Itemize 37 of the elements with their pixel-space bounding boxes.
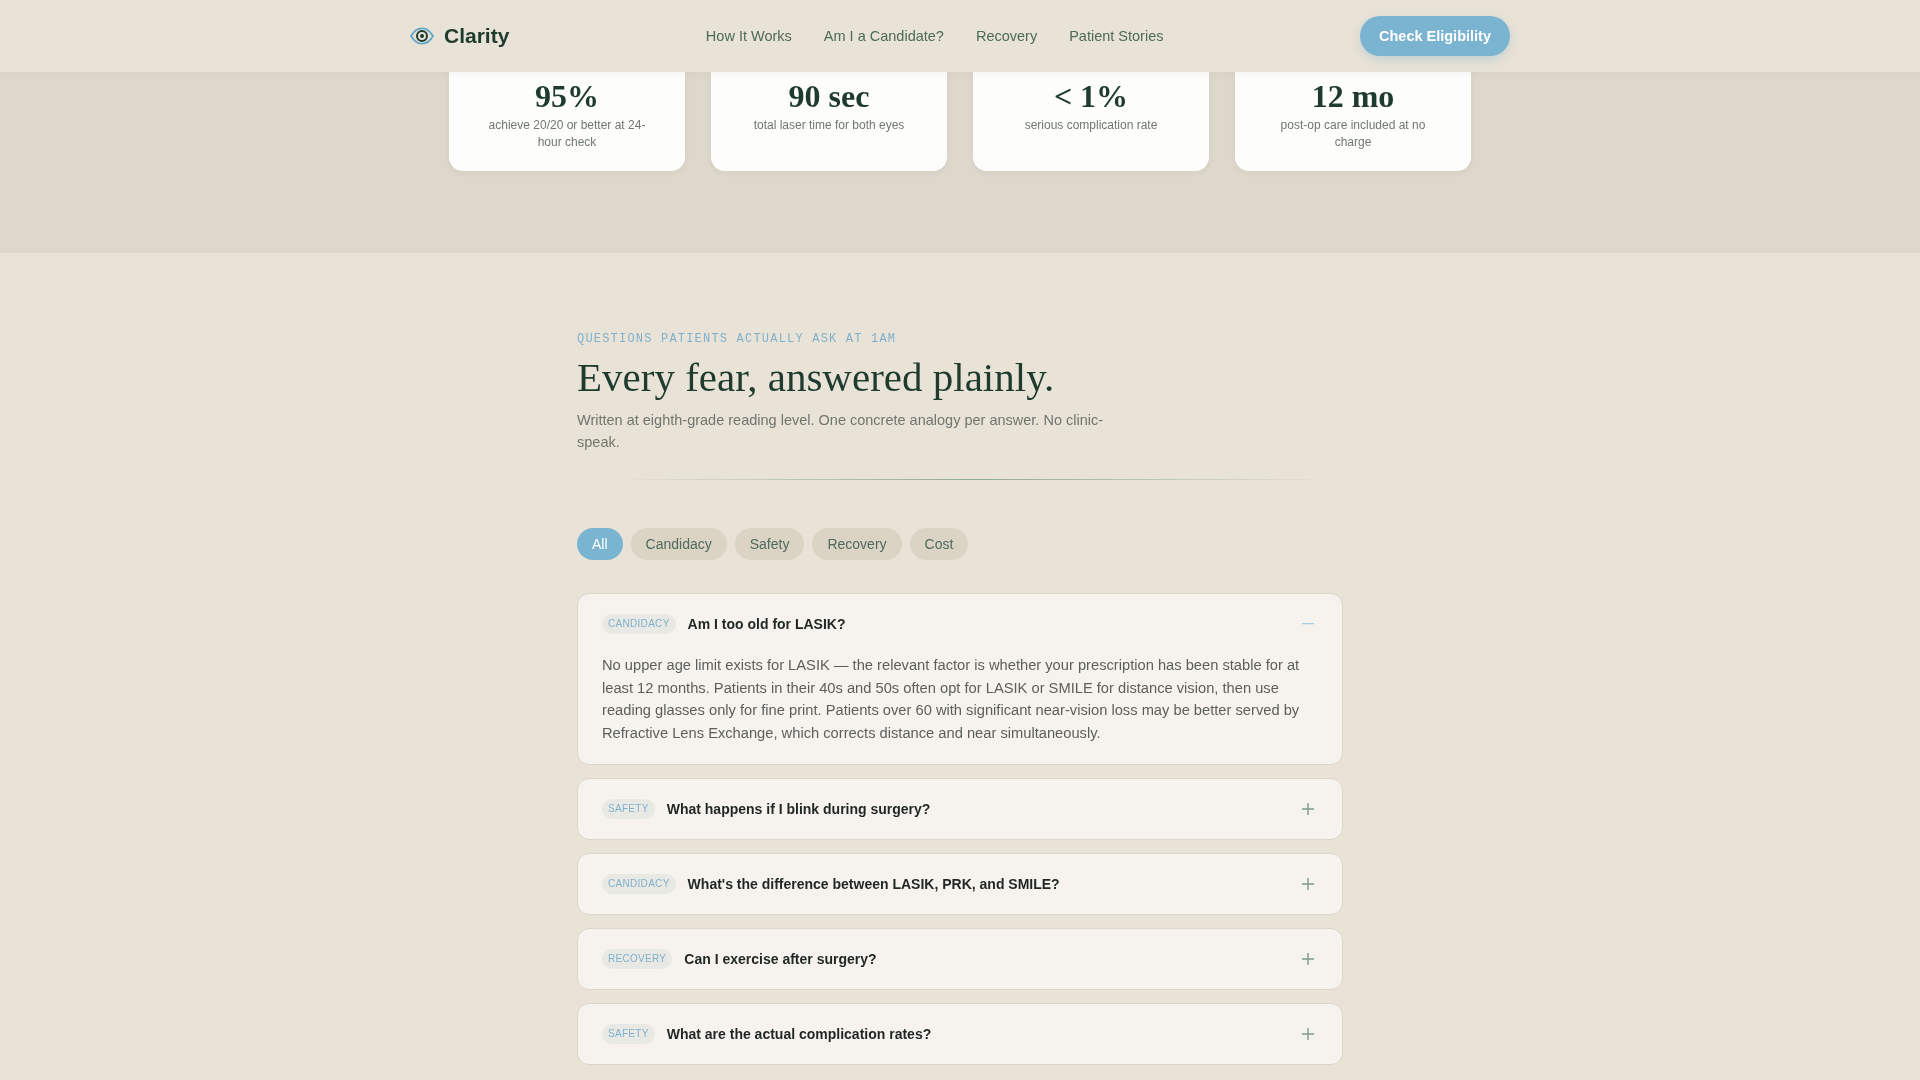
category-tag: RECOVERY	[602, 949, 673, 969]
category-tag: SAFETY	[602, 1024, 655, 1044]
nav-link[interactable]: Patient Stories	[1069, 28, 1164, 44]
stat-label: serious complication rate	[1023, 117, 1159, 134]
nav-link[interactable]: How It Works	[705, 28, 792, 44]
stat-value: 12 mo	[1310, 78, 1396, 114]
stat-value: < 1%	[1052, 78, 1130, 114]
stat-value: 95%	[534, 78, 600, 114]
stat-value: 90 sec	[787, 78, 871, 114]
plus-icon[interactable]	[1302, 1028, 1314, 1040]
filter-tab[interactable]: Candidacy	[630, 528, 727, 560]
filter-tab[interactable]: Cost	[909, 528, 969, 560]
category-tag: SAFETY	[602, 799, 655, 819]
stat-label: post-op care included at no charge	[1279, 117, 1427, 151]
faq-question[interactable]: What are the actual complication rates?	[666, 1026, 932, 1042]
nav-link[interactable]: Am I a Candidate?	[823, 28, 944, 44]
category-tag: CANDIDACY	[602, 614, 676, 634]
section-eyebrow: QUESTIONS PATIENTS ACTUALLY ASK AT 1AM	[577, 331, 898, 347]
plus-icon[interactable]	[1302, 953, 1314, 965]
faq-answer: No upper age limit exists for LASIK — the relevant factor is whether your prescription has been stable for at least 12 months. Patients in their 40s and 50s often opt for LASIK or SMILE for distance vision, then use reading glasses only for fine print. Patients over 60 with significant near-vision loss may be better served by Refractive Lens Exchange, which corrects distance and near simultaneously.	[602, 656, 1301, 743]
nav-link[interactable]: Recovery	[975, 28, 1038, 44]
brand-link[interactable]: Clarity	[410, 24, 510, 48]
minus-icon[interactable]	[1302, 623, 1314, 625]
eye-logo-icon	[410, 25, 434, 47]
faq-question[interactable]: What happens if I blink during surgery?	[666, 801, 931, 817]
filter-tab[interactable]: Safety	[734, 528, 805, 560]
stat-label: total laser time for both eyes	[752, 117, 906, 134]
plus-icon[interactable]	[1302, 878, 1314, 890]
section-subtitle: Written at eighth-grade reading level. One concrete analogy per answer. No clinic-speak.	[577, 411, 1105, 452]
stat-label: achieve 20/20 or better at 24-hour check	[487, 117, 647, 151]
faq-question[interactable]: What's the difference between LASIK, PRK, and SMILE?	[687, 876, 1060, 892]
filter-tab[interactable]: Recovery	[812, 528, 902, 560]
faq-question[interactable]: Can I exercise after surgery?	[684, 951, 877, 967]
plus-icon[interactable]	[1302, 803, 1314, 815]
section-title: Every fear, answered plainly.	[577, 353, 1056, 401]
faq-question[interactable]: Am I too old for LASIK?	[687, 616, 846, 632]
category-tag: CANDIDACY	[602, 874, 676, 894]
